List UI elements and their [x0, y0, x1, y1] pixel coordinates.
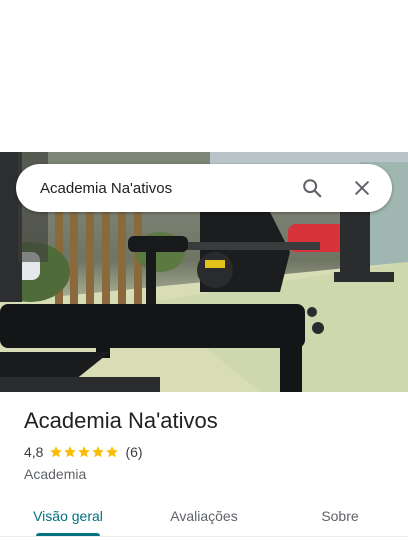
- tab-overview[interactable]: Visão geral: [0, 496, 136, 536]
- star-icon: [78, 446, 91, 458]
- close-icon[interactable]: [344, 170, 380, 206]
- tab-bar: Visão geral Avaliações Sobre: [0, 496, 408, 536]
- star-icon: [50, 446, 63, 458]
- star-icon: [92, 446, 105, 458]
- blank-header-area: [0, 0, 408, 152]
- place-title: Academia Na'ativos: [24, 408, 218, 433]
- place-category: Academia: [24, 466, 87, 482]
- tab-about-label: Sobre: [321, 508, 359, 524]
- search-query-text[interactable]: Academia Na'ativos: [40, 180, 294, 197]
- tab-reviews[interactable]: Avaliações: [136, 496, 272, 536]
- search-icon[interactable]: [294, 170, 330, 206]
- star-icon: [106, 446, 119, 458]
- star-rating: [49, 445, 119, 459]
- tab-reviews-label: Avaliações: [170, 508, 238, 524]
- star-icon: [64, 446, 77, 458]
- review-count[interactable]: (6): [125, 444, 142, 460]
- rating-value: 4,8: [24, 444, 44, 460]
- tab-about[interactable]: Sobre: [272, 496, 408, 536]
- tab-bar-divider: [0, 536, 408, 537]
- search-bar[interactable]: Academia Na'ativos: [16, 164, 392, 212]
- rating-row[interactable]: 4,8 (6): [24, 444, 143, 460]
- tab-overview-label: Visão geral: [33, 508, 103, 524]
